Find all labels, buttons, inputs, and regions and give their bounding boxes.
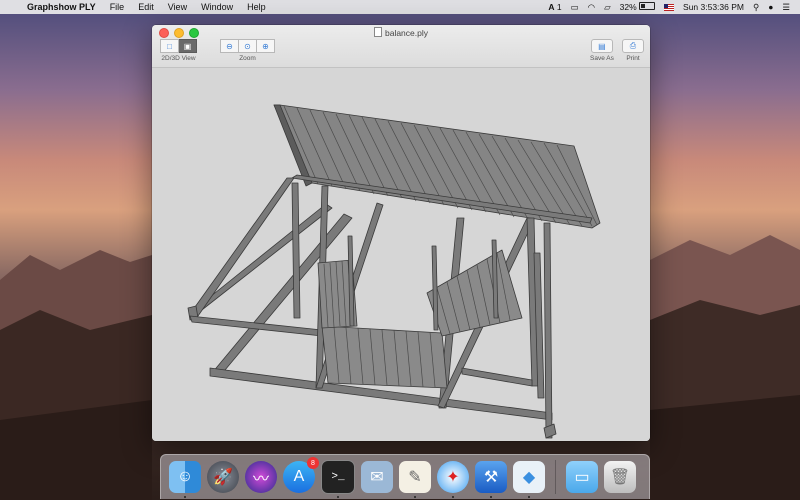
- notification-center-icon[interactable]: ☰: [782, 2, 790, 13]
- xcode-icon[interactable]: ⚒: [475, 461, 507, 498]
- zoom-out-button[interactable]: ⊖: [220, 39, 239, 53]
- spotlight-icon[interactable]: ⚲: [753, 2, 759, 13]
- textedit-icon[interactable]: ✎: [399, 461, 431, 498]
- graphshow-ply-icon[interactable]: ◆: [513, 461, 545, 498]
- display-status-icon[interactable]: ▭: [571, 2, 579, 13]
- save-as-group: ▤ Save As: [590, 39, 614, 62]
- window-title: balance.ply: [152, 27, 650, 38]
- menu-window[interactable]: Window: [194, 2, 240, 12]
- print-group: ⎙ Print: [622, 39, 644, 62]
- menu-edit[interactable]: Edit: [131, 2, 161, 12]
- zoom-in-button[interactable]: ⊕: [257, 39, 275, 53]
- menu-bar: Graphshow PLY File Edit View Window Help…: [0, 0, 800, 14]
- square-icon: □: [167, 41, 172, 51]
- save-as-label: Save As: [590, 55, 614, 62]
- mail-icon[interactable]: ✉: [361, 461, 393, 493]
- zoom-out-icon: ⊖: [226, 41, 233, 51]
- save-icon: ▤: [598, 41, 606, 51]
- dock: ☺ 🚀 〰 A8 >_ ✉ ✎ ✦ ⚒ ◆ ▭ 🗑: [160, 454, 650, 499]
- clock[interactable]: Sun 3:53:36 PM: [683, 2, 744, 12]
- print-button[interactable]: ⎙: [622, 39, 644, 53]
- menu-view[interactable]: View: [161, 2, 194, 12]
- finder-icon[interactable]: ☺: [169, 461, 201, 498]
- view-mode-group: □ ▣ 2D/3D View: [160, 39, 197, 62]
- zoom-in-icon: ⊕: [262, 41, 269, 51]
- menu-file[interactable]: File: [103, 2, 132, 12]
- zoom-group: ⊖ ⊙ ⊕ Zoom: [220, 39, 275, 62]
- print-label: Print: [626, 55, 640, 62]
- view-mode-label: 2D/3D View: [161, 55, 196, 62]
- terminal-icon[interactable]: >_: [321, 460, 355, 498]
- launchpad-icon[interactable]: 🚀: [207, 461, 239, 493]
- document-icon: [373, 27, 382, 37]
- app-window: balance.ply □ ▣ 2D/3D View ⊖ ⊙ ⊕ Zoom ▤ …: [152, 25, 650, 441]
- menu-help[interactable]: Help: [240, 2, 273, 12]
- safari-icon[interactable]: ✦: [437, 461, 469, 498]
- cube-icon: ▣: [183, 41, 192, 51]
- adobe-status-icon[interactable]: A 1: [548, 2, 561, 12]
- battery-icon: [639, 2, 656, 10]
- swing-model-render: [187, 104, 601, 439]
- input-source-flag-icon[interactable]: [664, 3, 675, 11]
- folder-icon[interactable]: ▭: [566, 461, 598, 493]
- siri-menu-icon[interactable]: ●: [768, 2, 773, 12]
- zoom-fit-button[interactable]: ⊙: [239, 39, 257, 53]
- printer-icon: ⎙: [629, 41, 637, 50]
- zoom-label: Zoom: [239, 55, 256, 62]
- zoom-fit-icon: ⊙: [244, 41, 251, 51]
- 3d-model-canvas[interactable]: [152, 68, 650, 441]
- 2d-view-button[interactable]: □: [160, 39, 179, 53]
- dock-separator: [555, 460, 556, 494]
- battery-status[interactable]: 32%: [620, 2, 656, 12]
- trash-icon[interactable]: 🗑: [604, 461, 636, 493]
- app-store-icon[interactable]: A8: [283, 457, 319, 493]
- 3d-view-button[interactable]: ▣: [179, 39, 197, 53]
- siri-icon[interactable]: 〰: [245, 461, 277, 493]
- app-store-badge: 8: [307, 457, 319, 469]
- airplay-icon[interactable]: ▱: [604, 2, 611, 13]
- save-as-button[interactable]: ▤: [590, 39, 613, 53]
- title-bar: balance.ply □ ▣ 2D/3D View ⊖ ⊙ ⊕ Zoom ▤ …: [152, 25, 650, 68]
- wifi-icon[interactable]: ◠: [588, 2, 595, 13]
- menu-app-name[interactable]: Graphshow PLY: [20, 2, 103, 12]
